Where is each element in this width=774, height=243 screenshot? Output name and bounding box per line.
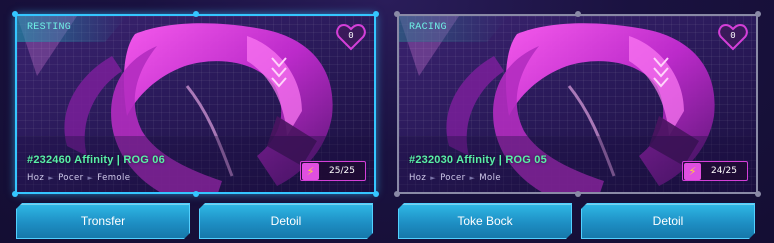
- selection-handle[interactable]: [12, 11, 18, 17]
- trait-2: Pocer: [440, 173, 466, 183]
- racer-card-1[interactable]: RESTING 0 #232460 Affinity | ROG 06 Hoz ►…: [12, 0, 379, 243]
- trait-3: Mole: [479, 173, 502, 183]
- transfer-button[interactable]: Tronsfer: [16, 203, 190, 239]
- selection-handle[interactable]: [193, 11, 199, 17]
- arrow-right-icon: ►: [430, 174, 437, 182]
- trait-3: Femole: [97, 173, 131, 183]
- like-count: 0: [348, 31, 354, 41]
- selection-handle[interactable]: [575, 191, 581, 197]
- arrow-right-icon: ►: [87, 174, 94, 182]
- energy-value: 24/25: [711, 166, 737, 176]
- energy-badge: ⚡ 25/25: [300, 161, 366, 181]
- arrow-right-icon: ►: [469, 174, 476, 182]
- racer-traits: Hoz ► Pocer ► Mole: [409, 173, 501, 183]
- selection-handle[interactable]: [193, 191, 199, 197]
- detail-button[interactable]: Detoil: [581, 203, 755, 239]
- selection-handle[interactable]: [12, 191, 18, 197]
- like-button[interactable]: 0: [718, 23, 748, 51]
- racer-card-frame[interactable]: RACING 0 #232030 Affinity | ROG 05 Hoz ► P…: [397, 14, 758, 194]
- energy-value: 25/25: [329, 166, 355, 176]
- racer-traits: Hoz ► Pocer ► Femole: [27, 173, 130, 183]
- like-count: 0: [730, 31, 736, 41]
- trait-1: Hoz: [27, 173, 45, 183]
- selection-handle[interactable]: [394, 191, 400, 197]
- racer-name: #232030 Affinity | ROG 05: [409, 154, 547, 166]
- selection-handle[interactable]: [575, 11, 581, 17]
- selection-handle[interactable]: [373, 191, 379, 197]
- lightning-icon: ⚡: [302, 162, 319, 180]
- lightning-icon: ⚡: [684, 162, 701, 180]
- racer-card-frame[interactable]: RESTING 0 #232460 Affinity | ROG 06 Hoz ►…: [15, 14, 376, 194]
- selection-handle[interactable]: [373, 11, 379, 17]
- detail-button[interactable]: Detoil: [199, 203, 373, 239]
- arrow-right-icon: ►: [48, 174, 55, 182]
- energy-badge: ⚡ 24/25: [682, 161, 748, 181]
- selection-handle[interactable]: [755, 191, 761, 197]
- racer-name: #232460 Affinity | ROG 06: [27, 154, 165, 166]
- like-button[interactable]: 0: [336, 23, 366, 51]
- trait-2: Pocer: [58, 173, 84, 183]
- selection-handle[interactable]: [394, 11, 400, 17]
- trait-1: Hoz: [409, 173, 427, 183]
- selection-handle[interactable]: [755, 11, 761, 17]
- racer-card-2[interactable]: RACING 0 #232030 Affinity | ROG 05 Hoz ► P…: [394, 0, 761, 243]
- take-back-button[interactable]: Toke Bock: [398, 203, 572, 239]
